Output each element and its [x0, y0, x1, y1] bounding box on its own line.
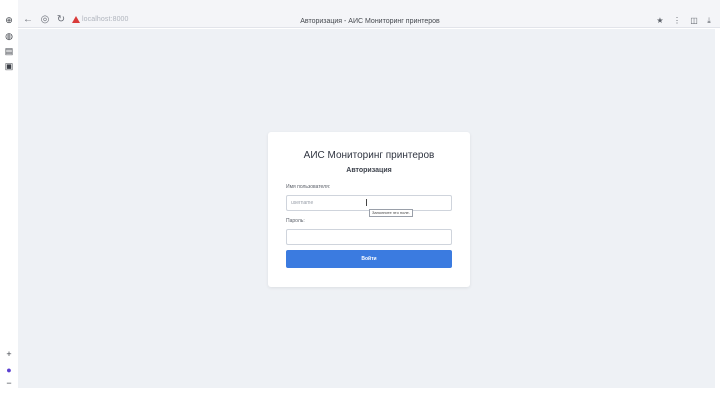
scrollbar-gutter [715, 29, 720, 388]
collapse-icon[interactable]: − [4, 378, 14, 388]
extension-icon[interactable]: ⊕ [4, 15, 14, 25]
menu-icon[interactable]: ⋮ [673, 17, 681, 25]
address-bar[interactable]: localhost:8000 [82, 15, 129, 25]
chat-icon[interactable]: ▣ [4, 61, 14, 71]
username-label: Имя пользователя: [286, 184, 331, 190]
notes-icon[interactable]: ▤ [4, 46, 14, 56]
download-icon[interactable]: ⤓ [705, 17, 713, 25]
reload-icon[interactable]: ↻ [56, 15, 66, 25]
browser-sidebar: ⊕ ◍ ▤ ▣ + ● − [0, 0, 18, 404]
form-heading: Авторизация [346, 167, 392, 174]
globe-icon[interactable]: ◍ [4, 31, 14, 41]
back-icon[interactable]: ← [23, 15, 33, 25]
extension-icon[interactable]: ◎ [40, 15, 50, 25]
password-input[interactable] [286, 229, 452, 245]
browser-toolbar: ← ◎ ↻ localhost:8000 Авторизация - АИС М… [0, 0, 720, 28]
app-title: АИС Мониторинг принтеров [303, 150, 435, 161]
login-button[interactable]: Войти [286, 250, 452, 268]
login-card: АИС Мониторинг принтеров Авторизация Имя… [268, 132, 470, 287]
tab-title: Авторизация - АИС Мониторинг принтеров [300, 18, 440, 25]
bookmark-icon[interactable]: ★ [656, 17, 664, 25]
split-view-icon[interactable]: ◫ [690, 17, 698, 25]
validation-tooltip: Заполните это поле. [369, 209, 413, 217]
password-label: Пароль: [286, 218, 305, 224]
add-icon[interactable]: + [4, 349, 14, 359]
profile-icon[interactable]: ● [4, 365, 14, 375]
text-cursor [366, 199, 369, 206]
status-bar [0, 388, 720, 404]
insecure-warning-icon[interactable] [72, 16, 80, 23]
